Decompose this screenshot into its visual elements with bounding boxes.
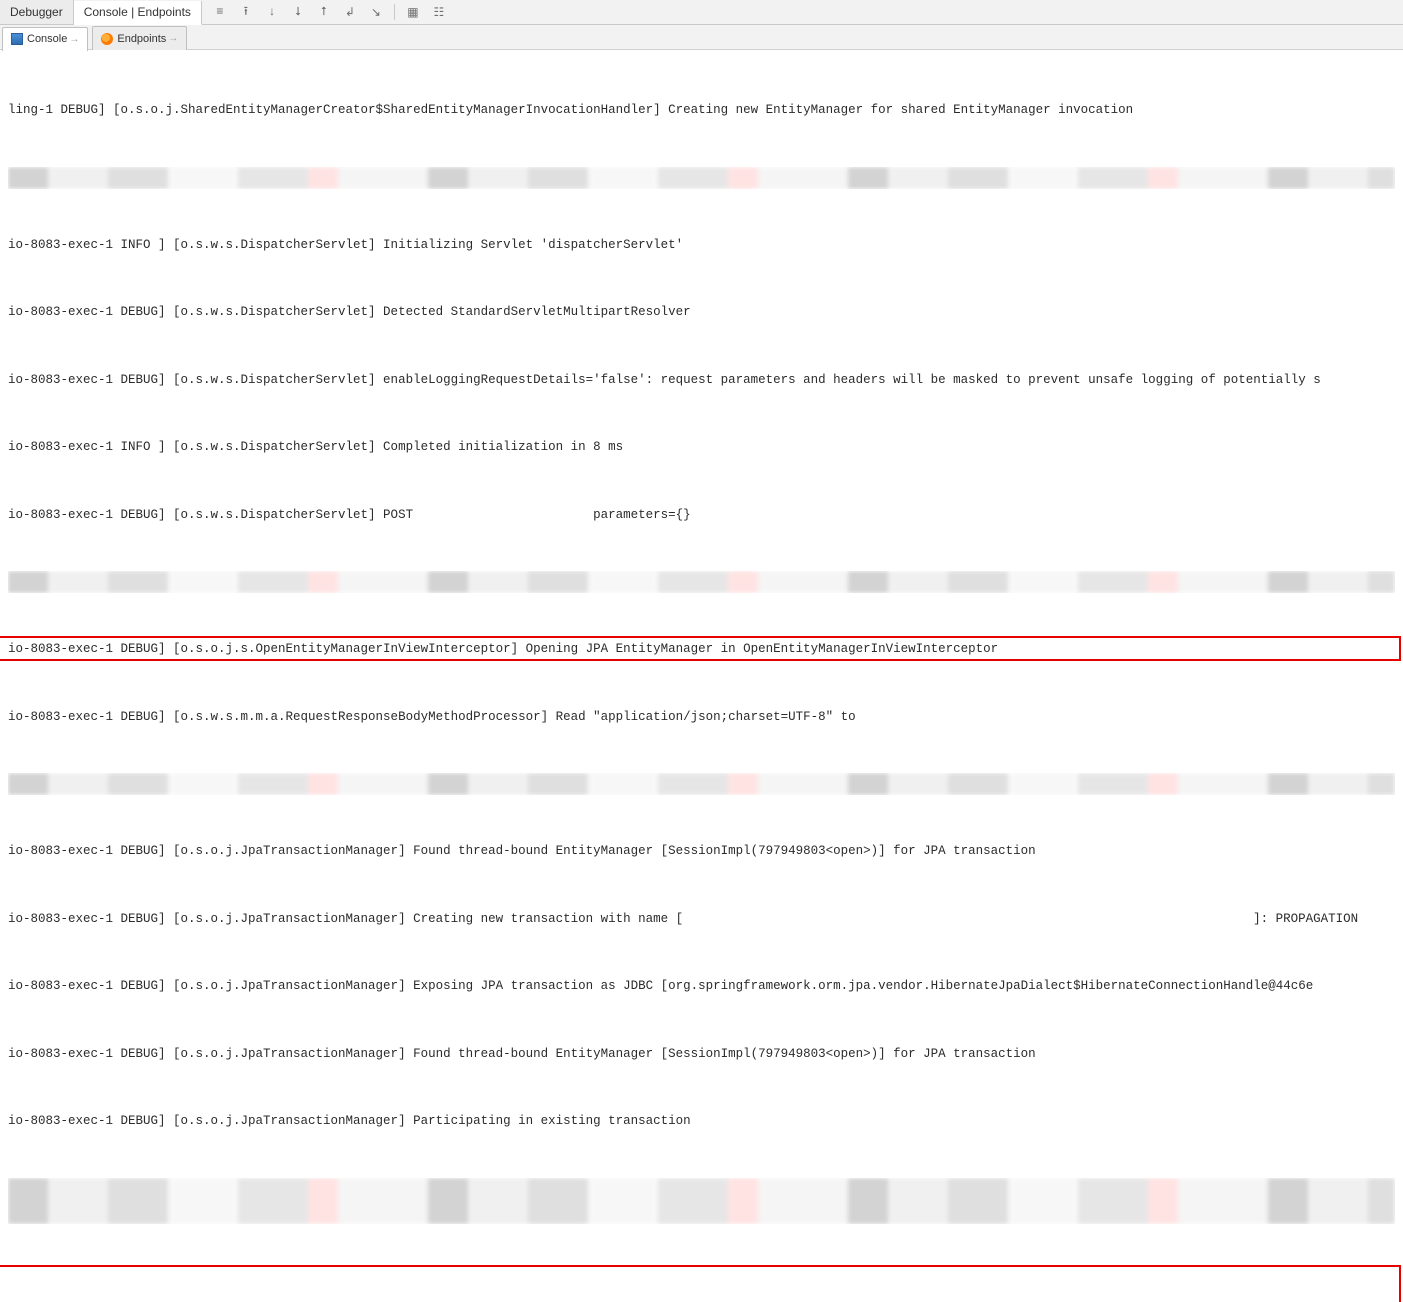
upload-icon[interactable]: ⭡ (316, 4, 332, 20)
log-line: io-8083-exec-1 DEBUG] [o.s.o.j.JpaTransa… (8, 908, 1395, 931)
separator (394, 4, 395, 20)
log-line: ling-1 DEBUG] [o.s.o.j.SharedEntityManag… (8, 99, 1395, 122)
subtab-console[interactable]: Console → (2, 27, 88, 51)
log-line: io-8083-exec-1 DEBUG] [o.s.w.s.Dispatche… (8, 301, 1395, 324)
log-line-highlighted: io-8083-exec-1 DEBUG] [o.s.o.j.s.OpenEnt… (8, 638, 1395, 661)
log-line: io-8083-exec-1 DEBUG] [o.s.o.j.JpaTransa… (8, 1110, 1395, 1133)
main-tabbar: Debugger Console | Endpoints ≡ ⭱ ↓ ⭣ ⭡ ↲… (0, 0, 1403, 25)
chevron-right-icon: → (69, 34, 79, 45)
log-line: io-8083-exec-1 DEBUG] [o.s.w.s.Dispatche… (8, 504, 1395, 527)
redacted-row (8, 773, 1395, 795)
log-line: io-8083-exec-1 DEBUG] [o.s.o.j.JpaTransa… (8, 1043, 1395, 1066)
tree-icon[interactable]: ☷ (431, 4, 447, 20)
log-line: io-8083-exec-1 DEBUG] [o.s.w.s.Dispatche… (8, 369, 1395, 392)
log-line: io-8083-exec-1 INFO ] [o.s.w.s.Dispatche… (8, 234, 1395, 257)
endpoints-icon (101, 33, 113, 45)
highlight-box-2 (0, 1265, 1401, 1302)
jump-down-icon[interactable]: ↘ (368, 4, 384, 20)
subtab-console-label: Console (27, 33, 67, 45)
redacted-row (8, 1178, 1395, 1224)
up-jump-icon[interactable]: ⭱ (238, 4, 254, 20)
console-output[interactable]: ling-1 DEBUG] [o.s.o.j.SharedEntityManag… (0, 50, 1403, 1302)
wrap-icon[interactable]: ↲ (342, 4, 358, 20)
down-arrow-icon[interactable]: ↓ (264, 4, 280, 20)
log-line: io-8083-exec-1 DEBUG] [o.s.o.j.JpaTransa… (8, 840, 1395, 863)
download-icon[interactable]: ⭣ (290, 4, 306, 20)
redacted-row (8, 571, 1395, 593)
redacted-row (8, 167, 1395, 189)
chevron-right-icon: → (168, 33, 178, 44)
subtab-endpoints-label: Endpoints (117, 33, 166, 45)
grid-icon[interactable]: ▦ (405, 4, 421, 20)
log-line: io-8083-exec-1 INFO ] [o.s.w.s.Dispatche… (8, 436, 1395, 459)
tab-debugger[interactable]: Debugger (0, 0, 74, 24)
menu-icon[interactable]: ≡ (212, 4, 228, 20)
sub-tabbar: Console → Endpoints → (0, 25, 1403, 50)
subtab-endpoints[interactable]: Endpoints → (92, 26, 187, 50)
tab-console-endpoints[interactable]: Console | Endpoints (74, 1, 202, 25)
log-line: io-8083-exec-1 DEBUG] [o.s.w.s.m.m.a.Req… (8, 706, 1395, 729)
log-line: io-8083-exec-1 DEBUG] [o.s.o.j.JpaTransa… (8, 975, 1395, 998)
terminal-icon (11, 33, 23, 45)
toolbar: ≡ ⭱ ↓ ⭣ ⭡ ↲ ↘ ▦ ☷ (202, 4, 447, 20)
